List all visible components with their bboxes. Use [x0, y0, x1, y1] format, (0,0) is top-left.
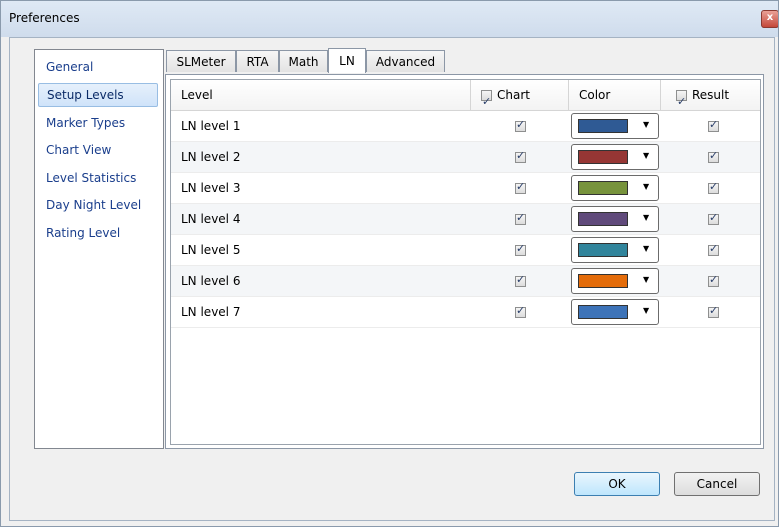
color-swatch: [578, 212, 628, 226]
result-checkbox[interactable]: [708, 242, 719, 256]
close-icon[interactable]: x: [761, 10, 778, 28]
chevron-down-icon: ▼: [643, 275, 650, 284]
color-swatch: [578, 274, 628, 288]
chart-checkbox[interactable]: [515, 304, 526, 318]
result-checkbox[interactable]: [708, 273, 719, 287]
color-swatch: [578, 119, 628, 133]
chart-checkbox[interactable]: [515, 242, 526, 256]
level-name: LN level 2: [181, 150, 241, 164]
tab-rta[interactable]: RTA: [236, 50, 279, 72]
nav-item-general[interactable]: General: [38, 55, 158, 79]
ok-button[interactable]: OK: [574, 472, 660, 496]
level-name: LN level 1: [181, 119, 241, 133]
table-row: LN level 4 ▼: [171, 204, 760, 235]
result-all-checkbox[interactable]: [676, 87, 687, 117]
color-dropdown[interactable]: ▼: [571, 299, 659, 325]
chart-checkbox[interactable]: [515, 211, 526, 225]
tab-advanced[interactable]: Advanced: [366, 50, 445, 72]
column-header-result-label: Result: [692, 88, 730, 102]
category-list: General Setup Levels Marker Types Chart …: [34, 49, 164, 449]
chart-all-checkbox[interactable]: [481, 87, 492, 117]
nav-item-day-night-level[interactable]: Day Night Level: [38, 193, 158, 217]
result-checkbox[interactable]: [708, 118, 719, 132]
column-header-color: Color: [569, 80, 661, 110]
table-row: LN level 2 ▼: [171, 142, 760, 173]
level-name: LN level 6: [181, 274, 241, 288]
color-dropdown[interactable]: ▼: [571, 144, 659, 170]
chart-checkbox[interactable]: [515, 180, 526, 194]
chart-checkbox[interactable]: [515, 273, 526, 287]
result-checkbox[interactable]: [708, 149, 719, 163]
chevron-down-icon: ▼: [643, 151, 650, 160]
table-row: LN level 6 ▼: [171, 266, 760, 297]
table-row: LN level 5 ▼: [171, 235, 760, 266]
ln-tab-panel: Level Chart Color Result LN level 1▼LN l…: [165, 74, 764, 449]
level-name: LN level 7: [181, 305, 241, 319]
table-row: LN level 1 ▼: [171, 111, 760, 142]
chevron-down-icon: ▼: [643, 120, 650, 129]
grid-header: Level Chart Color Result: [171, 80, 760, 117]
level-name: LN level 5: [181, 243, 241, 257]
column-header-result[interactable]: Result: [661, 80, 760, 117]
level-name: LN level 4: [181, 212, 241, 226]
title-bar[interactable]: Preferences x: [1, 1, 778, 37]
result-checkbox[interactable]: [708, 180, 719, 194]
chevron-down-icon: ▼: [643, 306, 650, 315]
cancel-button[interactable]: Cancel: [674, 472, 760, 496]
color-dropdown[interactable]: ▼: [571, 175, 659, 201]
tab-math[interactable]: Math: [279, 50, 328, 72]
nav-item-chart-view[interactable]: Chart View: [38, 138, 158, 162]
chevron-down-icon: ▼: [643, 182, 650, 191]
color-swatch: [578, 305, 628, 319]
levels-grid: Level Chart Color Result LN level 1▼LN l…: [170, 79, 761, 445]
color-swatch: [578, 243, 628, 257]
color-dropdown[interactable]: ▼: [571, 268, 659, 294]
nav-item-marker-types[interactable]: Marker Types: [38, 111, 158, 135]
nav-item-level-statistics[interactable]: Level Statistics: [38, 166, 158, 190]
dialog-client-area: General Setup Levels Marker Types Chart …: [9, 37, 775, 521]
color-dropdown[interactable]: ▼: [571, 113, 659, 139]
nav-item-setup-levels[interactable]: Setup Levels: [38, 83, 158, 107]
chevron-down-icon: ▼: [643, 213, 650, 222]
result-checkbox[interactable]: [708, 304, 719, 318]
column-header-chart[interactable]: Chart: [471, 80, 569, 117]
table-row: LN level 7 ▼: [171, 297, 760, 328]
color-dropdown[interactable]: ▼: [571, 206, 659, 232]
color-swatch: [578, 181, 628, 195]
result-checkbox[interactable]: [708, 211, 719, 225]
color-swatch: [578, 150, 628, 164]
column-header-chart-label: Chart: [497, 88, 530, 102]
chart-checkbox[interactable]: [515, 118, 526, 132]
color-dropdown[interactable]: ▼: [571, 237, 659, 263]
preferences-window: Preferences x General Setup Levels Marke…: [0, 0, 779, 527]
tab-slmeter[interactable]: SLMeter: [166, 50, 236, 72]
chart-checkbox[interactable]: [515, 149, 526, 163]
chevron-down-icon: ▼: [643, 244, 650, 253]
tab-ln[interactable]: LN: [328, 48, 366, 73]
table-row: LN level 3 ▼: [171, 173, 760, 204]
nav-item-rating-level[interactable]: Rating Level: [38, 221, 158, 245]
window-title: Preferences: [9, 11, 80, 25]
level-name: LN level 3: [181, 181, 241, 195]
column-header-level: Level: [171, 80, 471, 110]
